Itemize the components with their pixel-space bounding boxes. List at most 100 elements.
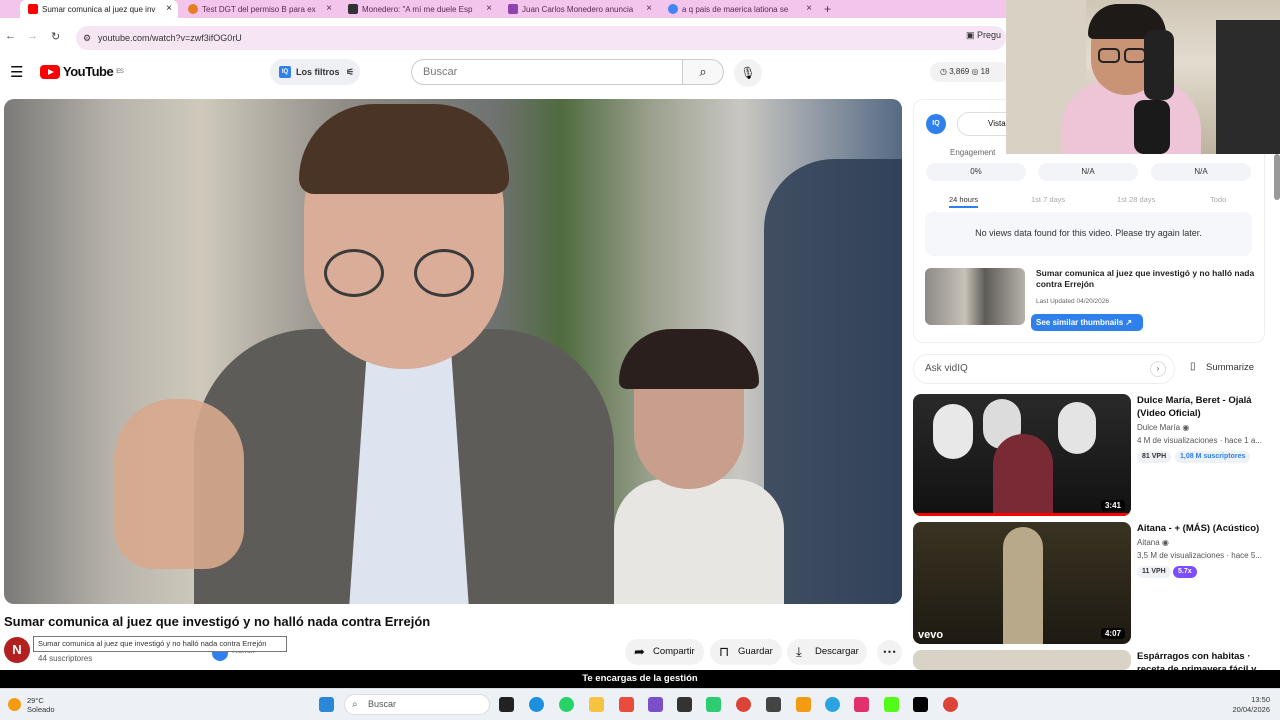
stats-text: 3,869 ◎ 18 [949, 67, 990, 76]
webcam-headphones [1144, 30, 1174, 100]
rec-channel[interactable]: Aitana ◉ [1137, 538, 1169, 547]
period-tab-7d[interactable]: 1st 7 days [1031, 195, 1065, 204]
youtube-logo[interactable]: YouTube ES [40, 64, 124, 79]
app-icon[interactable] [619, 697, 634, 712]
weather-widget[interactable]: 29°C Soleado [8, 696, 55, 714]
close-tab-icon[interactable]: × [486, 3, 492, 14]
verified-icon: ◉ [1182, 423, 1190, 432]
outlier-badge: 5.7x [1173, 566, 1197, 578]
search-button[interactable]: ⌕ [682, 59, 724, 85]
app-icon[interactable] [766, 697, 781, 712]
task-view-icon[interactable] [499, 697, 514, 712]
close-tab-icon[interactable]: × [806, 3, 812, 14]
browser-tab[interactable]: a q pais de maerica lationa se × [660, 0, 818, 18]
rec-title[interactable]: Dulce María, Beret - Ojalá (Video Oficia… [1137, 394, 1267, 420]
filter-settings-icon: ⚟ [346, 67, 355, 77]
app-icon[interactable] [706, 697, 721, 712]
telegram-icon[interactable] [825, 697, 840, 712]
video-player[interactable] [4, 99, 902, 604]
kick-icon[interactable] [884, 697, 899, 712]
new-tab-button[interactable]: + [820, 0, 840, 18]
summarize-label: Summarize [1206, 362, 1255, 373]
chrome-icon[interactable] [943, 697, 958, 712]
close-tab-icon[interactable]: × [166, 3, 172, 14]
channel-avatar[interactable]: N [4, 637, 30, 663]
rec-channel[interactable]: Dulce María ◉ [1137, 423, 1189, 432]
page-scrollbar[interactable] [1274, 154, 1280, 200]
period-tab-24h[interactable]: 24 hours [949, 195, 979, 208]
edge-icon[interactable] [529, 697, 544, 712]
webcam-overlay [1006, 0, 1280, 154]
mask-figure [1058, 402, 1096, 454]
clock-time: 13:50 [1251, 695, 1270, 704]
period-tab-all[interactable]: Todo [1210, 195, 1226, 204]
vidiq-stats-pill[interactable]: ◷ 3,869 ◎ 18 [930, 62, 1010, 82]
rec-views: 3,5 M de visualizaciones · hace 5... [1137, 551, 1262, 560]
more-options-button[interactable]: ⋯ [877, 640, 902, 665]
save-label: Guardar [738, 646, 773, 657]
rec-thumbnail[interactable]: vevo 4:07 [913, 522, 1131, 644]
back-arrow-icon[interactable]: ← [5, 30, 16, 42]
browser-tab-label: Sumar comunica al juez que inv [42, 4, 156, 14]
rec-title[interactable]: Espárragos con habitas · receta de prima… [1137, 650, 1267, 670]
rec-thumbnail[interactable]: 3:41 [913, 394, 1131, 516]
save-button[interactable]: ⊓ Guardar [710, 639, 782, 665]
period-tab-28d[interactable]: 1st 28 days [1117, 195, 1155, 204]
duration-badge: 4:07 [1100, 628, 1125, 639]
site-info-icon[interactable]: ⚙ [83, 26, 91, 50]
app-icon[interactable] [677, 697, 692, 712]
voice-search-button[interactable]: 🎙 [734, 59, 762, 87]
browser-tab[interactable]: Test DGT del permiso B para ex × [180, 0, 338, 18]
microphone-icon: 🎙 [740, 66, 756, 80]
similar-thumbnails-button[interactable]: See similar thumbnails ↗ [1031, 314, 1143, 331]
tiktok-icon[interactable] [913, 697, 928, 712]
reload-icon[interactable]: ↻ [51, 30, 60, 43]
browser-tab-label: Juan Carlos Monedero anuncia [522, 4, 634, 14]
download-button[interactable]: ⤓ Descargar [787, 639, 867, 665]
chevron-right-icon[interactable]: › [1150, 361, 1166, 377]
search-input[interactable]: Buscar [411, 59, 683, 85]
region-code: ES [116, 68, 124, 75]
file-explorer-icon[interactable] [589, 697, 604, 712]
instagram-icon[interactable] [854, 697, 869, 712]
browser-tab-label: Test DGT del permiso B para ex [202, 4, 316, 14]
browser-tab[interactable]: Sumar comunica al juez que inv × [20, 0, 178, 18]
address-bar[interactable]: ⚙ youtube.com/watch?v=zwf3ifOG0rU [76, 26, 1006, 50]
close-tab-icon[interactable]: × [646, 3, 652, 14]
windows-taskbar [0, 688, 1280, 720]
vidiq-filters-button[interactable]: IQ Los filtros ⚟ [270, 59, 360, 85]
ask-vidiq-input[interactable]: Ask vidIQ › [913, 354, 1175, 384]
subscriber-count: 44 suscriptores [38, 654, 93, 663]
bookmark-icon: ⊓ [719, 644, 730, 659]
vidiq-metric-value: N/A [1038, 163, 1138, 181]
vidiq-badge-icon: IQ [279, 66, 291, 78]
browser-tab[interactable]: Monedero: "A mí me duele Esp × [340, 0, 498, 18]
video-frame-figure [194, 99, 644, 604]
taskbar-clock[interactable]: 13:50 20/04/2026 [1226, 695, 1270, 715]
watch-progress [913, 513, 1131, 516]
browser-tab-label: a q pais de maerica lationa se [682, 4, 789, 14]
forward-arrow-icon[interactable]: → [27, 30, 38, 42]
rtve-icon[interactable] [796, 697, 811, 712]
taskbar-search[interactable]: ⌕ Buscar [344, 694, 490, 715]
rec-views: 4 M de visualizaciones · hace 1 a... [1137, 436, 1262, 445]
rec-title[interactable]: Aitana - + (MÁS) (Acústico) [1137, 522, 1267, 535]
rec-thumbnail[interactable] [913, 650, 1131, 670]
ask-button[interactable]: ▣ Pregu [966, 30, 1001, 41]
app-icon[interactable] [648, 697, 663, 712]
close-tab-icon[interactable]: × [326, 3, 332, 14]
youtube-play-icon [40, 64, 60, 79]
browser-tab[interactable]: Juan Carlos Monedero anuncia × [500, 0, 658, 18]
youtube-favicon-icon [28, 4, 38, 14]
verified-icon: ◉ [1161, 538, 1169, 547]
chrome-icon[interactable] [736, 697, 751, 712]
ask-vidiq-placeholder: Ask vidIQ [925, 363, 968, 374]
share-label: Compartir [653, 646, 695, 657]
site-favicon-icon [348, 4, 358, 14]
menu-icon[interactable]: ☰ [10, 63, 23, 81]
whatsapp-icon[interactable] [559, 697, 574, 712]
video-title: Sumar comunica al juez que investigó y n… [4, 614, 431, 629]
share-button[interactable]: ➦ Compartir [625, 639, 704, 665]
windows-start-icon[interactable] [319, 697, 334, 712]
summarize-button[interactable]: ▯ Summarize [1190, 361, 1255, 373]
